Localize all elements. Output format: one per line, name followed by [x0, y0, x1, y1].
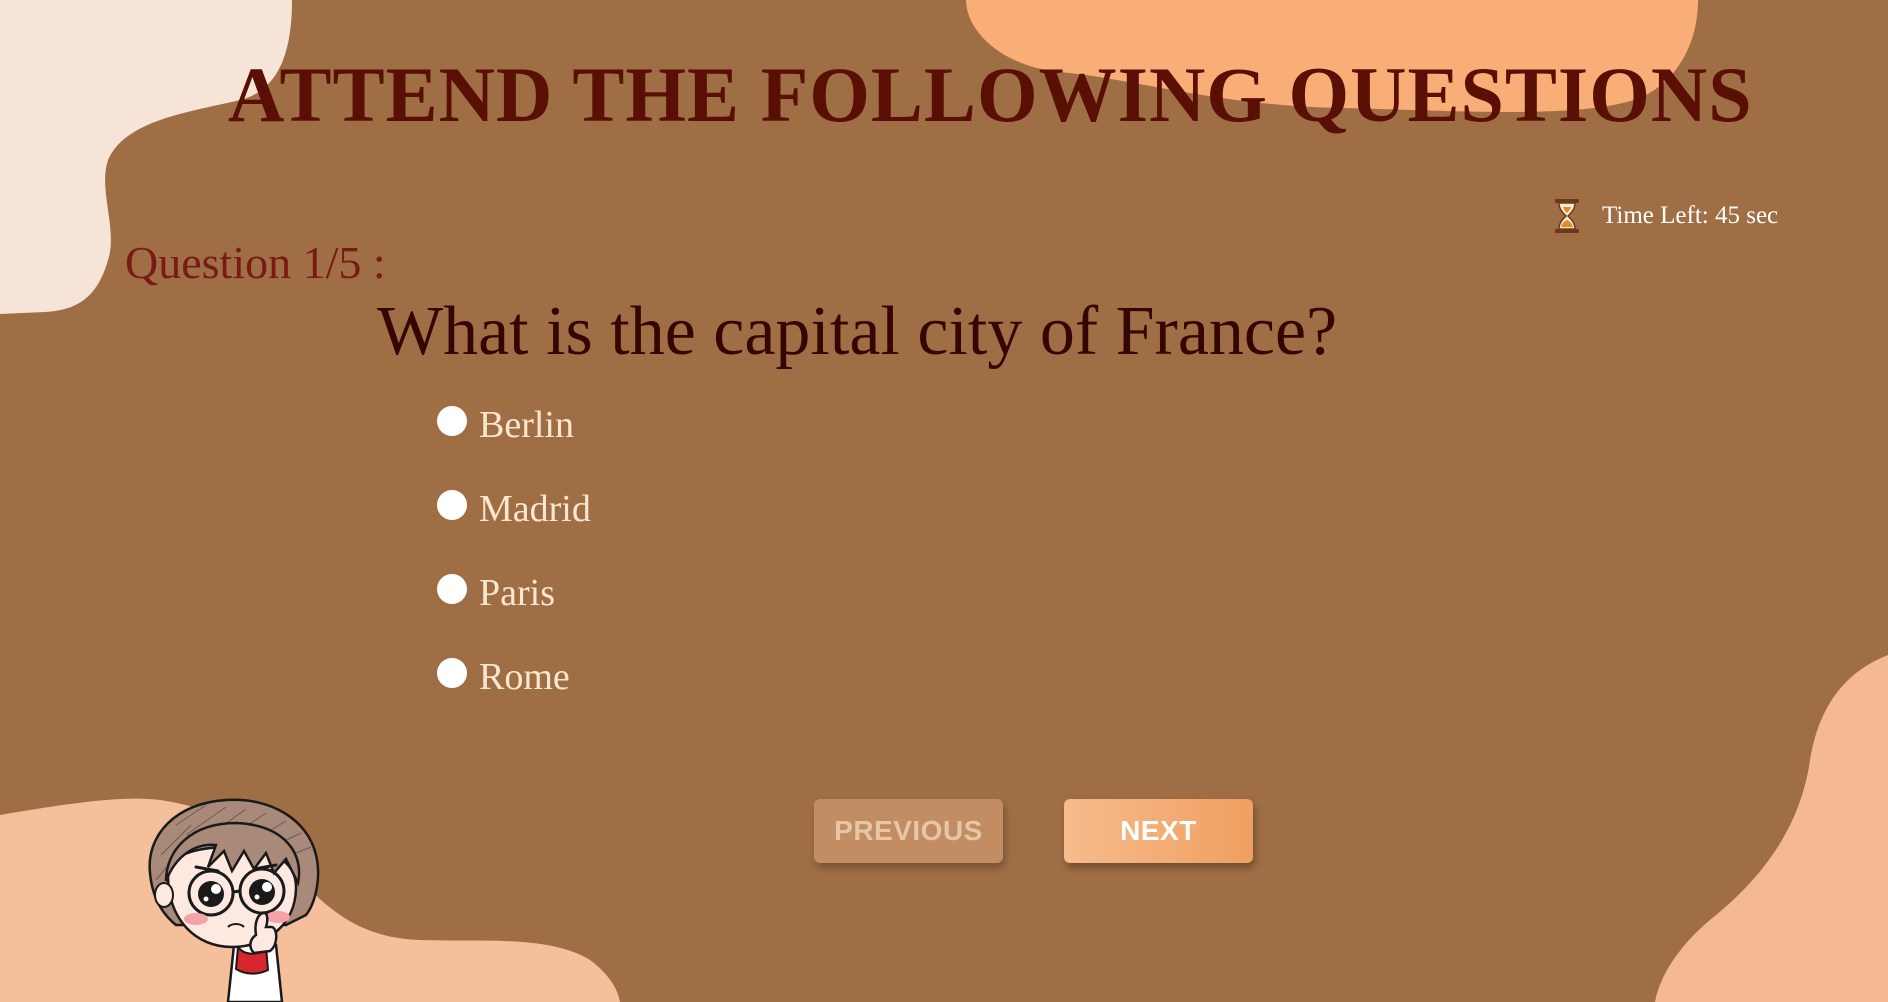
option-label: Paris [479, 572, 555, 614]
question-text: What is the capital city of France? [377, 293, 1338, 370]
radio-button[interactable] [437, 490, 467, 520]
option-paris[interactable]: Paris [437, 566, 591, 620]
timer: Time Left: 45 sec [1550, 196, 1778, 236]
option-label: Berlin [479, 404, 574, 446]
option-label: Rome [479, 656, 570, 698]
bottom-right-blob [1655, 655, 1888, 1002]
thinking-mascot-illustration [148, 798, 320, 1002]
question-counter: Question 1/5 : [125, 237, 386, 288]
option-madrid[interactable]: Madrid [437, 482, 591, 536]
answer-options: Berlin Madrid Paris Rome [437, 398, 591, 734]
option-rome[interactable]: Rome [437, 650, 591, 704]
radio-button[interactable] [437, 574, 467, 604]
page-title: ATTEND THE FOLLOWING QUESTIONS [228, 51, 1753, 138]
hourglass-icon [1550, 198, 1584, 234]
previous-button[interactable]: PREVIOUS [814, 799, 1003, 863]
next-button[interactable]: NEXT [1064, 799, 1253, 863]
timer-text: Time Left: 45 sec [1602, 202, 1779, 229]
radio-button[interactable] [437, 406, 467, 436]
option-label: Madrid [479, 488, 591, 530]
option-berlin[interactable]: Berlin [437, 398, 591, 452]
radio-button[interactable] [437, 658, 467, 688]
